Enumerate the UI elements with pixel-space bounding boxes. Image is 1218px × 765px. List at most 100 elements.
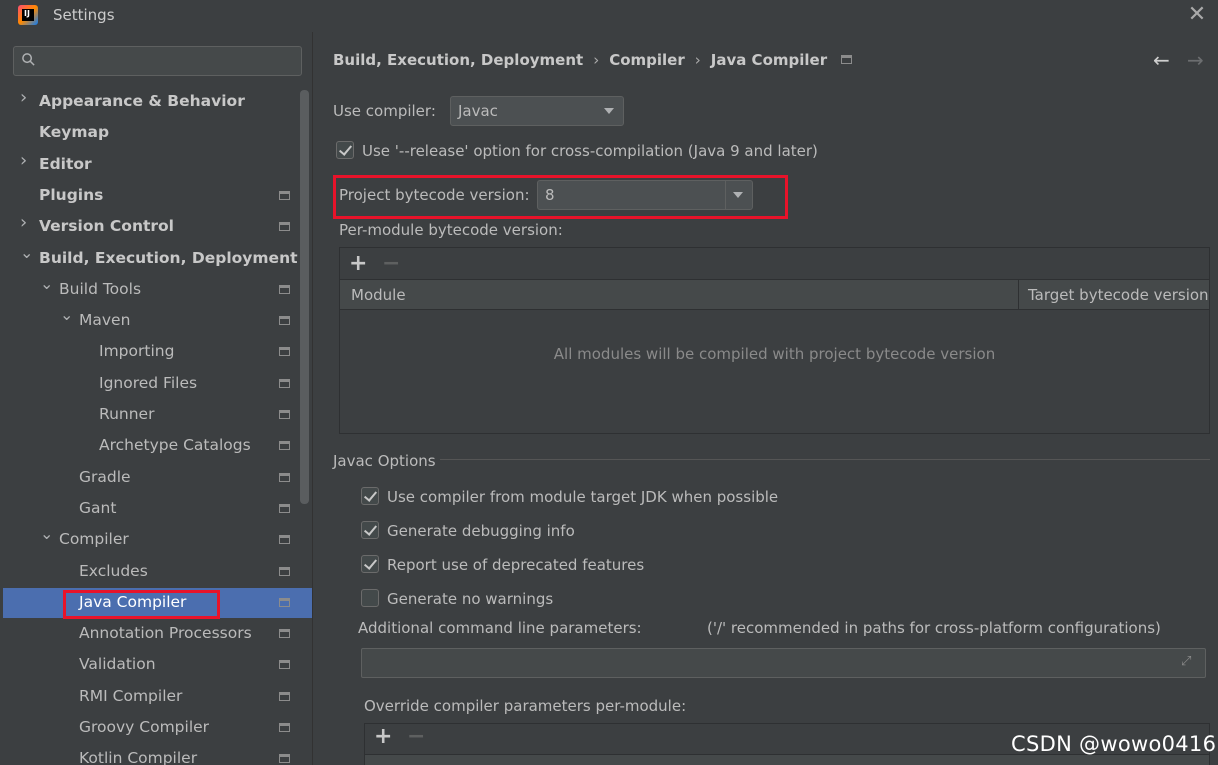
sidebar-item[interactable]: RMI Compiler	[3, 682, 312, 712]
breadcrumb-item[interactable]: Compiler	[609, 51, 685, 69]
sidebar-item[interactable]: Gradle	[3, 463, 312, 493]
close-icon[interactable]: ✕	[1184, 3, 1210, 29]
watermark: CSDN @wowo0416	[1011, 732, 1217, 756]
sidebar-item[interactable]: Runner	[3, 400, 312, 430]
use-compiler-dropdown[interactable]: Javac	[450, 96, 624, 126]
project-settings-icon	[841, 55, 853, 64]
expand-icon[interactable]: ⤢	[1181, 655, 1195, 669]
project-settings-icon	[279, 378, 290, 388]
project-settings-icon	[279, 410, 290, 419]
chevron-down-icon[interactable]: ⌄	[60, 307, 73, 323]
per-module-table: + − Module Target bytecode version All m…	[339, 247, 1210, 434]
remove-icon[interactable]: −	[382, 251, 400, 276]
project-settings-icon	[279, 190, 290, 200]
project-bytecode-dropdown[interactable]: 8	[537, 180, 753, 210]
dropdown-divider	[725, 181, 726, 209]
sidebar-item[interactable]: › Editor	[3, 150, 312, 180]
project-settings-icon	[279, 723, 290, 732]
sidebar-item-label: Editor	[39, 154, 92, 173]
option-checkbox[interactable]	[361, 589, 379, 607]
project-settings-icon	[279, 284, 290, 294]
settings-content: Build, Execution, Deployment › Compiler › Ja…	[313, 32, 1218, 765]
sidebar-item[interactable]: Keymap	[3, 118, 312, 148]
sidebar-item[interactable]: Excludes	[3, 557, 312, 587]
project-settings-icon	[279, 754, 290, 764]
sidebar-item-label: Ignored Files	[99, 373, 198, 392]
sidebar-item[interactable]: ⌄ Compiler	[3, 525, 312, 555]
sidebar-item[interactable]: › Version Control	[3, 212, 312, 242]
add-icon[interactable]: +	[349, 251, 367, 276]
chevron-right-icon[interactable]: ›	[20, 89, 32, 107]
breadcrumb-item[interactable]: Build, Execution, Deployment	[333, 51, 583, 69]
sidebar-item[interactable]: ⌄ Build Tools	[3, 275, 312, 305]
project-settings-icon	[279, 535, 290, 545]
sidebar-item-label: Validation	[79, 655, 156, 674]
option-label: Generate debugging info	[387, 522, 575, 540]
use-compiler-label: Use compiler:	[333, 102, 436, 120]
sidebar-item[interactable]: Kotlin Compiler	[3, 744, 312, 765]
sidebar-item[interactable]: ⌄ Maven	[3, 306, 312, 336]
additional-params-input[interactable]: ⤢	[361, 648, 1206, 678]
override-params-label: Override compiler parameters per-module:	[364, 697, 687, 715]
project-settings-icon	[279, 347, 290, 357]
chevron-right-icon[interactable]: ›	[20, 214, 32, 232]
sidebar-item-label: Importing	[99, 342, 175, 361]
add-icon[interactable]: +	[374, 724, 392, 749]
project-settings-icon	[279, 597, 290, 607]
sidebar-item[interactable]: Archetype Catalogs	[3, 431, 312, 461]
sidebar-item-label: Annotation Processors	[79, 624, 252, 643]
column-header-target-bytecode[interactable]: Target bytecode version	[1028, 286, 1209, 304]
remove-icon[interactable]: −	[407, 724, 425, 749]
breadcrumb-item: Java Compiler	[710, 51, 828, 69]
sidebar-item[interactable]: Annotation Processors	[3, 619, 312, 649]
sidebar-item-label: Keymap	[39, 123, 110, 142]
breadcrumb-separator: ›	[593, 51, 600, 69]
sidebar-item[interactable]: Ignored Files	[3, 369, 312, 399]
sidebar-item[interactable]: Groovy Compiler	[3, 713, 312, 743]
forward-arrow-icon[interactable]: →	[1187, 48, 1204, 72]
sidebar-item-label: Version Control	[39, 217, 174, 236]
option-checkbox[interactable]	[361, 487, 379, 505]
window-title: Settings	[53, 6, 115, 24]
option-checkbox[interactable]	[361, 521, 379, 539]
project-settings-icon	[279, 316, 290, 326]
sidebar-item-label: Groovy Compiler	[79, 718, 210, 736]
sidebar-item-label: Compiler	[59, 530, 129, 549]
project-bytecode-value: 8	[545, 186, 555, 204]
sidebar-item[interactable]: Validation	[3, 650, 312, 680]
sidebar-scrollbar[interactable]	[300, 90, 309, 504]
option-label: Generate no warnings	[387, 590, 554, 608]
sidebar-item[interactable]: Importing	[3, 337, 312, 367]
sidebar-item-label: Excludes	[79, 561, 148, 580]
use-compiler-value: Javac	[458, 102, 498, 120]
search-input[interactable]	[44, 51, 294, 71]
chevron-down-icon[interactable]: ⌄	[20, 244, 33, 260]
sidebar-item[interactable]: Plugins	[3, 181, 312, 211]
project-settings-icon	[279, 691, 290, 701]
project-bytecode-label: Project bytecode version:	[339, 186, 530, 204]
group-separator	[440, 459, 1210, 460]
sidebar-item[interactable]: Gant	[3, 494, 312, 524]
sidebar-item-label: RMI Compiler	[79, 686, 183, 705]
column-divider	[1018, 280, 1019, 310]
sidebar-item[interactable]: ⌄ Build, Execution, Deployment	[3, 244, 312, 274]
java-compiler-highlight-box	[63, 590, 220, 619]
release-option-checkbox[interactable]	[336, 141, 354, 159]
sidebar-item[interactable]: › Appearance & Behavior	[3, 87, 312, 117]
chevron-right-icon[interactable]: ›	[20, 151, 32, 169]
breadcrumb-separator: ›	[694, 51, 701, 69]
chevron-down-icon	[604, 108, 614, 114]
empty-table-message: All modules will be compiled with projec…	[553, 345, 996, 363]
chevron-down-icon[interactable]: ⌄	[40, 526, 53, 542]
sidebar-item-label: Build, Execution, Deployment	[39, 248, 298, 267]
per-module-label: Per-module bytecode version:	[339, 221, 563, 239]
column-header-module[interactable]: Module	[351, 286, 406, 304]
back-arrow-icon[interactable]: ←	[1153, 48, 1170, 72]
chevron-down-icon[interactable]: ⌄	[40, 275, 53, 291]
search-icon	[22, 53, 35, 66]
option-checkbox[interactable]	[361, 555, 379, 573]
sidebar-item-label: Kotlin Compiler	[79, 749, 198, 765]
sidebar-item-label: Gant	[79, 498, 117, 517]
settings-search-field[interactable]	[13, 46, 302, 76]
additional-params-hint: ('/' recommended in paths for cross-plat…	[707, 619, 1161, 637]
